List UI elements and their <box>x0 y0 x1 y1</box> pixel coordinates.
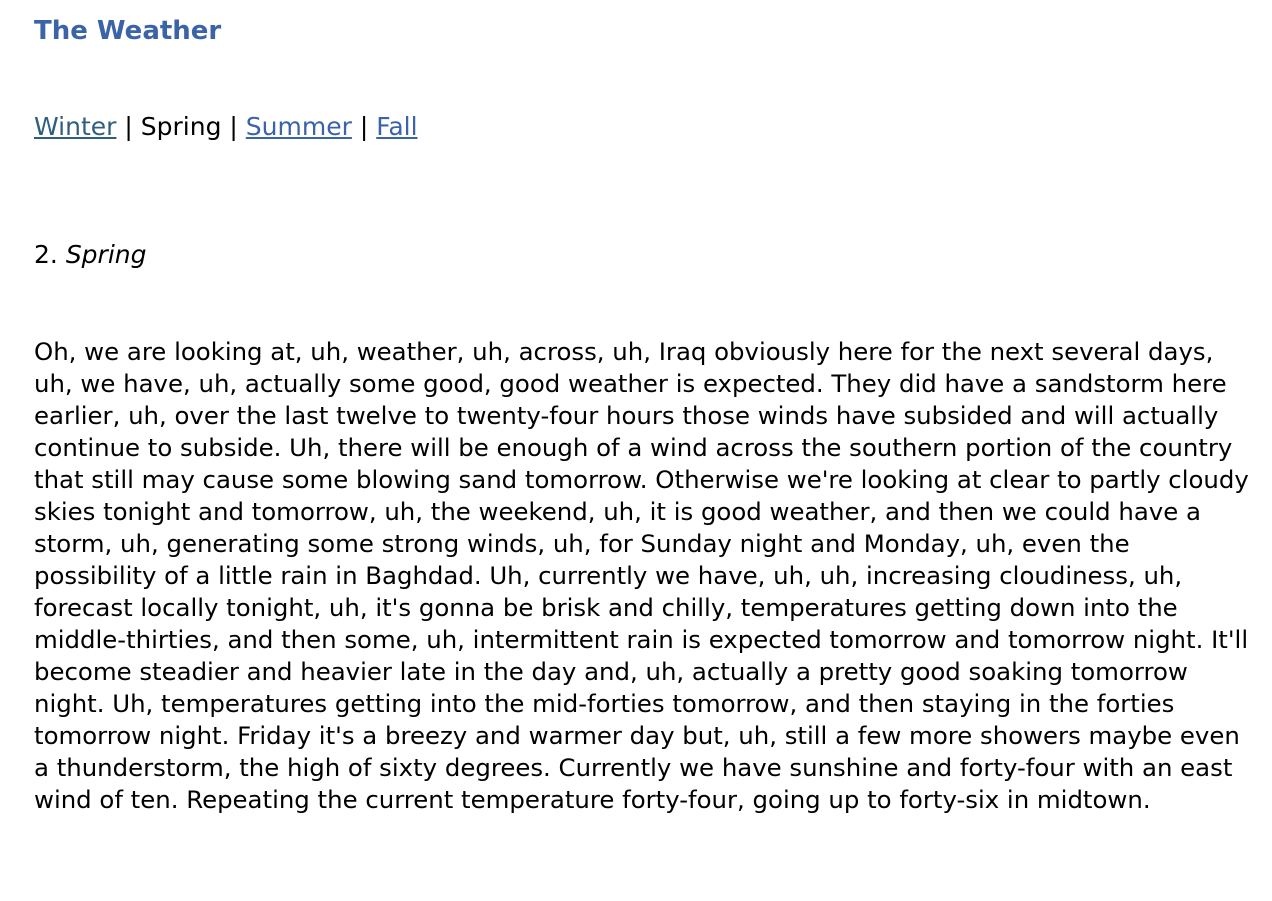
section-name: Spring <box>65 240 147 269</box>
nav-current-spring: Spring <box>140 112 222 141</box>
nav-link-summer[interactable]: Summer <box>246 112 352 141</box>
nav-link-fall[interactable]: Fall <box>376 112 417 141</box>
season-nav: Winter | Spring | Summer | Fall <box>34 111 418 143</box>
section-heading: 2. Spring <box>34 239 147 271</box>
nav-separator: | <box>124 112 133 141</box>
weather-transcript: Oh, we are looking at, uh, weather, uh, … <box>34 337 1249 814</box>
section-number: 2. <box>34 240 58 269</box>
nav-link-winter[interactable]: Winter <box>34 112 116 141</box>
page-title: The Weather <box>34 16 222 46</box>
nav-separator: | <box>359 112 369 141</box>
nav-separator: | <box>229 112 238 141</box>
